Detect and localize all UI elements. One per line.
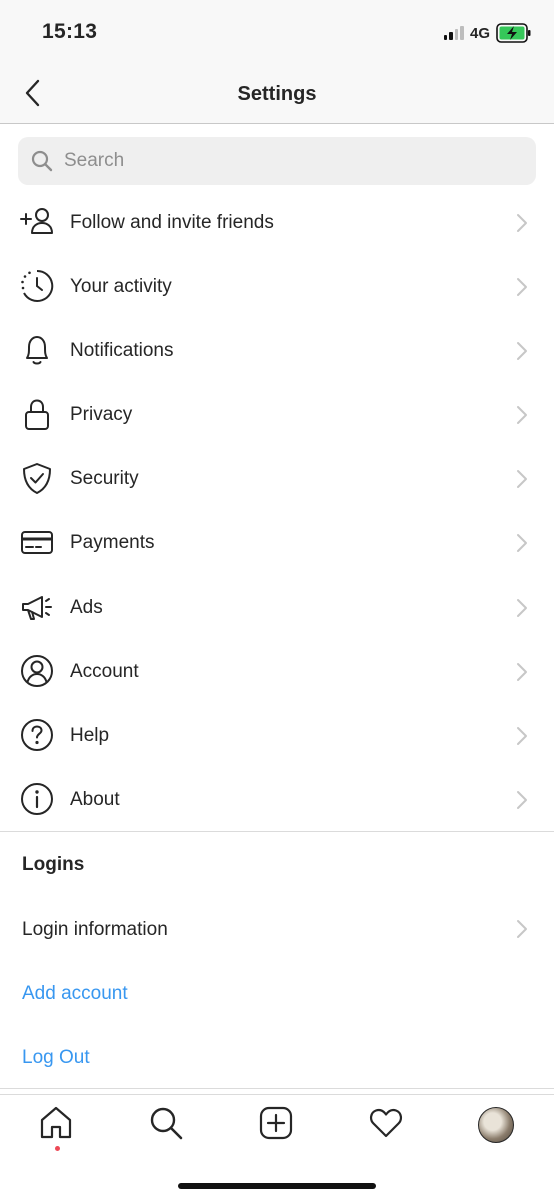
search-bar[interactable] bbox=[18, 137, 536, 185]
menu-item-label: Follow and invite friends bbox=[70, 212, 274, 233]
log-out-link[interactable]: Log Out bbox=[0, 1027, 554, 1087]
log-out-label: Log Out bbox=[22, 1047, 90, 1068]
menu-item-security[interactable]: Security bbox=[0, 445, 554, 509]
menu-item-ads[interactable]: Ads bbox=[0, 574, 554, 638]
menu-item-about[interactable]: About bbox=[0, 766, 554, 830]
add-account-link[interactable]: Add account bbox=[0, 963, 554, 1023]
status-bar: 15:13 4G bbox=[0, 0, 554, 66]
info-circle-icon bbox=[21, 783, 53, 815]
nav-header: Settings bbox=[0, 66, 554, 124]
search-icon bbox=[150, 1107, 183, 1140]
login-information-row[interactable]: Login information bbox=[0, 899, 554, 959]
chevron-right-icon bbox=[517, 663, 527, 681]
new-post-icon bbox=[259, 1106, 293, 1140]
menu-item-notifications[interactable]: Notifications bbox=[0, 317, 554, 381]
menu-item-account[interactable]: Account bbox=[0, 638, 554, 702]
home-indicator bbox=[178, 1183, 376, 1189]
menu-item-label: Account bbox=[70, 661, 139, 682]
chevron-right-icon bbox=[517, 470, 527, 488]
status-indicators: 4G bbox=[443, 22, 532, 44]
chevron-right-icon bbox=[517, 599, 527, 617]
network-type: 4G bbox=[469, 24, 490, 42]
activity-clock-icon bbox=[21, 269, 54, 302]
menu-item-your-activity[interactable]: Your activity bbox=[0, 253, 554, 317]
tab-activity[interactable] bbox=[368, 1105, 408, 1145]
tab-home[interactable] bbox=[38, 1105, 78, 1145]
page-title: Settings bbox=[237, 83, 317, 105]
menu-item-label: Notifications bbox=[70, 340, 174, 361]
megaphone-icon bbox=[22, 596, 52, 620]
home-notification-dot bbox=[55, 1146, 60, 1151]
menu-item-payments[interactable]: Payments bbox=[0, 509, 554, 573]
menu-item-help[interactable]: Help bbox=[0, 702, 554, 766]
help-circle-icon bbox=[21, 719, 53, 751]
section-divider bbox=[0, 831, 554, 832]
menu-item-label: Privacy bbox=[70, 404, 133, 425]
profile-avatar[interactable] bbox=[478, 1107, 514, 1143]
account-circle-icon bbox=[21, 655, 53, 687]
menu-item-label: About bbox=[70, 789, 120, 810]
search-icon bbox=[31, 150, 53, 172]
lock-icon bbox=[25, 399, 49, 430]
bottom-divider bbox=[0, 1088, 554, 1089]
tab-search[interactable] bbox=[148, 1105, 188, 1145]
login-information-label: Login information bbox=[22, 919, 168, 940]
chevron-right-icon bbox=[517, 534, 527, 552]
credit-card-icon bbox=[21, 531, 53, 554]
add-account-label: Add account bbox=[22, 983, 128, 1004]
menu-item-label: Payments bbox=[70, 532, 155, 553]
home-icon bbox=[40, 1106, 72, 1139]
chevron-right-icon bbox=[517, 342, 527, 360]
menu-item-follow-invite-friends[interactable]: Follow and invite friends bbox=[0, 189, 554, 253]
chevron-right-icon bbox=[517, 791, 527, 809]
chevron-right-icon bbox=[517, 727, 527, 745]
chevron-right-icon bbox=[517, 920, 527, 938]
menu-item-label: Security bbox=[70, 468, 139, 489]
bell-icon bbox=[26, 336, 48, 365]
add-person-icon bbox=[20, 208, 53, 234]
chevron-right-icon bbox=[517, 406, 527, 424]
chevron-right-icon bbox=[517, 278, 527, 296]
menu-item-label: Ads bbox=[70, 597, 103, 618]
heart-icon bbox=[369, 1108, 403, 1138]
shield-check-icon bbox=[23, 463, 51, 494]
tab-new-post[interactable] bbox=[258, 1105, 298, 1145]
signal-strength-icon bbox=[443, 26, 464, 40]
menu-item-label: Your activity bbox=[70, 276, 172, 297]
logins-section-title: Logins bbox=[22, 854, 85, 875]
menu-item-privacy[interactable]: Privacy bbox=[0, 381, 554, 445]
search-input[interactable] bbox=[64, 137, 514, 185]
status-time: 15:13 bbox=[42, 20, 98, 43]
battery-charging-icon bbox=[496, 23, 531, 43]
chevron-right-icon bbox=[517, 214, 527, 232]
menu-item-label: Help bbox=[70, 725, 110, 746]
